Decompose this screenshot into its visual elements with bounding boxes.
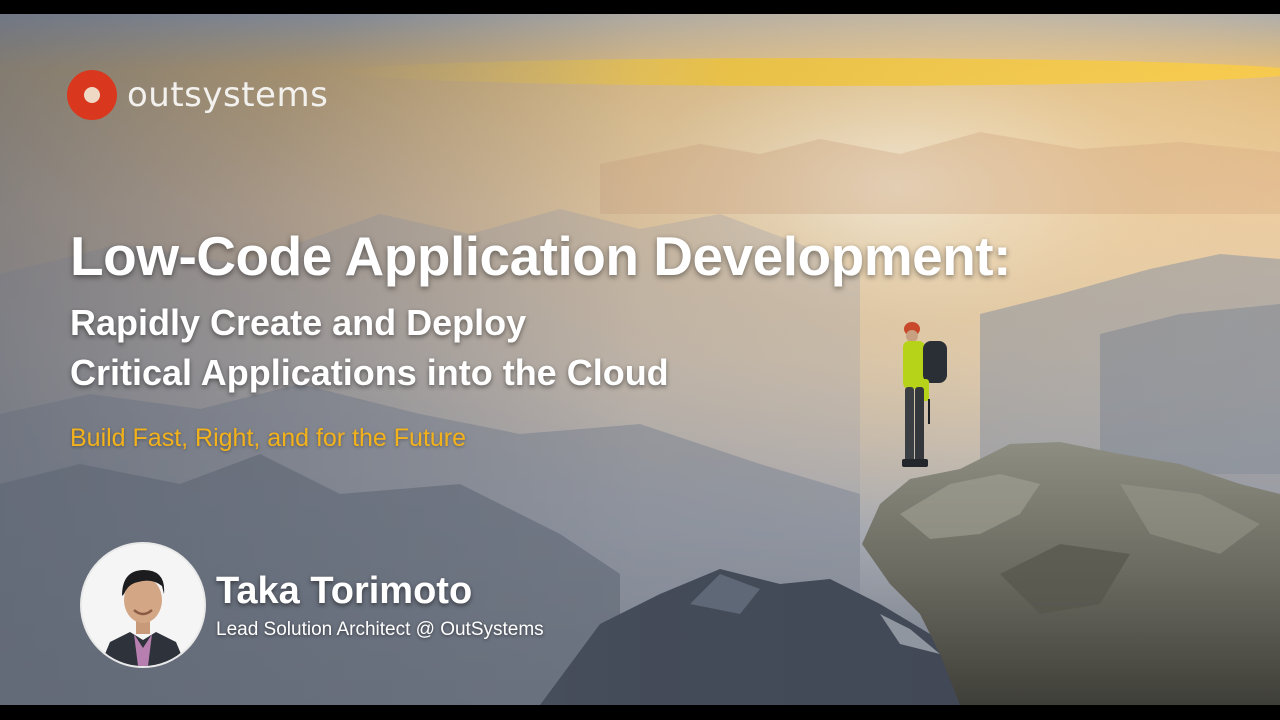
video-frame: outsystems Low-Code Application Developm…	[0, 0, 1280, 720]
title-slide: outsystems Low-Code Application Developm…	[0, 14, 1280, 705]
slide-subtitle: Rapidly Create and Deploy Critical Appli…	[70, 298, 669, 398]
speaker-role: Lead Solution Architect @ OutSystems	[216, 619, 544, 640]
subtitle-line-2: Critical Applications into the Cloud	[70, 352, 669, 393]
letterbox-bottom	[0, 705, 1280, 720]
speaker-name: Taka Torimoto	[216, 570, 473, 612]
hiker-figure-icon	[902, 322, 947, 467]
outsystems-logo: outsystems	[67, 70, 328, 120]
speaker-avatar	[80, 542, 206, 668]
logo-wordmark: outsystems	[127, 75, 329, 115]
outsystems-logo-icon	[67, 70, 117, 120]
letterbox-top	[0, 0, 1280, 14]
slide-title: Low-Code Application Development:	[70, 225, 1011, 287]
slide-tagline: Build Fast, Right, and for the Future	[70, 424, 467, 452]
subtitle-line-1: Rapidly Create and Deploy	[70, 302, 527, 343]
speaker-portrait-icon	[82, 544, 204, 666]
